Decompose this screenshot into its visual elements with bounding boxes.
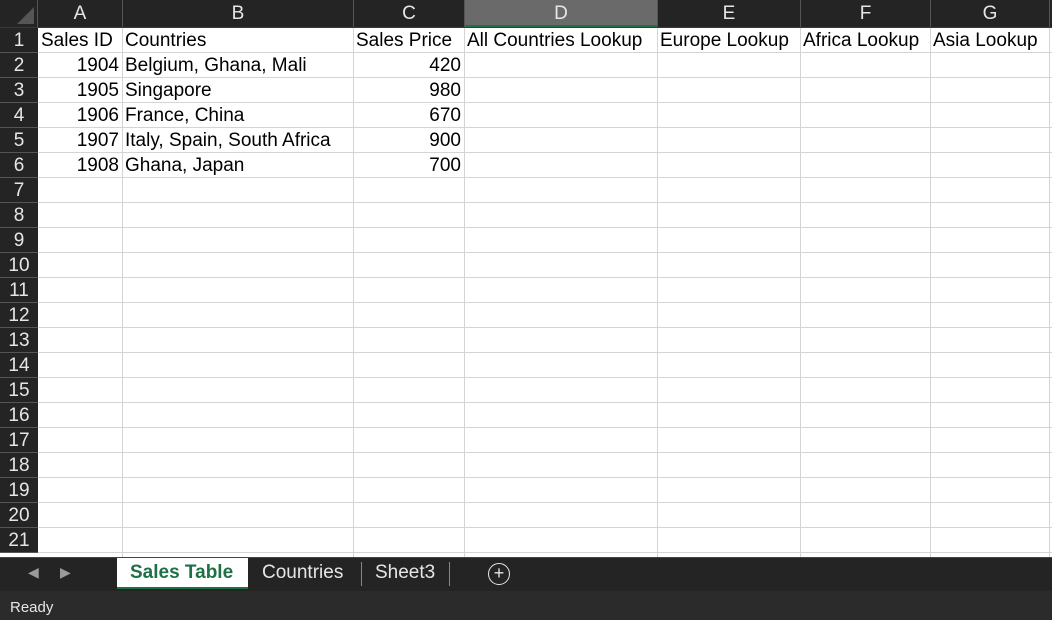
gridline <box>38 302 1052 303</box>
cell-a1[interactable]: Sales ID <box>38 28 122 53</box>
cell-sales-price[interactable]: 900 <box>353 128 464 153</box>
column-header-a[interactable]: A <box>38 0 123 27</box>
cell-f1[interactable]: Africa Lookup <box>800 28 930 53</box>
cell-sales-price[interactable]: 980 <box>353 78 464 103</box>
row-header[interactable]: 4 <box>0 103 38 128</box>
sheet-tab-sheet3[interactable]: Sheet3 <box>362 558 448 589</box>
spreadsheet-grid[interactable]: A B C D E F G 1 2 3 4 5 6 7 8 9 10 11 12… <box>0 0 1052 557</box>
row-header[interactable]: 19 <box>0 478 38 503</box>
row-header[interactable]: 12 <box>0 303 38 328</box>
cell-g1[interactable]: Asia Lookup <box>930 28 1049 53</box>
gridline <box>38 427 1052 428</box>
cell-countries[interactable]: Singapore <box>122 78 353 103</box>
select-all-button[interactable] <box>0 0 38 27</box>
cell-countries[interactable]: France, China <box>122 103 353 128</box>
column-headers: A B C D E F G <box>0 0 1052 28</box>
column-header-f[interactable]: F <box>801 0 931 27</box>
row-header[interactable]: 21 <box>0 528 38 553</box>
row-header[interactable]: 17 <box>0 428 38 453</box>
gridline <box>38 202 1052 203</box>
cell-sales-price[interactable]: 670 <box>353 103 464 128</box>
gridline <box>38 402 1052 403</box>
gridline <box>38 377 1052 378</box>
row-header[interactable]: 5 <box>0 128 38 153</box>
row-header[interactable]: 10 <box>0 253 38 278</box>
row-header[interactable]: 15 <box>0 378 38 403</box>
column-header-b[interactable]: B <box>123 0 354 27</box>
gridline <box>38 552 1052 553</box>
row-header[interactable]: 18 <box>0 453 38 478</box>
cell-b1[interactable]: Countries <box>122 28 353 53</box>
sheet-tab-countries[interactable]: Countries <box>249 558 356 589</box>
cell-area[interactable]: Sales ID Countries Sales Price All Count… <box>38 28 1052 557</box>
gridline <box>38 352 1052 353</box>
row-header[interactable]: 1 <box>0 28 38 53</box>
cell-d1[interactable]: All Countries Lookup <box>464 28 657 53</box>
cell-sales-price[interactable]: 420 <box>353 53 464 78</box>
cell-c1[interactable]: Sales Price <box>353 28 464 53</box>
add-sheet-icon[interactable]: + <box>488 563 510 585</box>
cell-countries[interactable]: Ghana, Japan <box>122 153 353 178</box>
gridline <box>38 227 1052 228</box>
gridline <box>38 327 1052 328</box>
column-header-g[interactable]: G <box>931 0 1050 27</box>
scroll-tabs-right-icon[interactable]: ▶ <box>60 564 71 581</box>
row-header[interactable]: 16 <box>0 403 38 428</box>
row-header[interactable]: 3 <box>0 78 38 103</box>
cell-sales-id[interactable]: 1904 <box>38 53 122 78</box>
column-header-c[interactable]: C <box>354 0 465 27</box>
cell-sales-price[interactable]: 700 <box>353 153 464 178</box>
tab-divider <box>449 562 450 586</box>
sheet-tab-sales-table[interactable]: Sales Table <box>117 558 248 589</box>
row-header[interactable]: 6 <box>0 153 38 178</box>
row-header[interactable]: 9 <box>0 228 38 253</box>
row-header[interactable]: 20 <box>0 503 38 528</box>
status-bar: Ready <box>0 591 1052 620</box>
row-header[interactable]: 8 <box>0 203 38 228</box>
cell-sales-id[interactable]: 1907 <box>38 128 122 153</box>
gridline <box>38 452 1052 453</box>
row-header[interactable]: 2 <box>0 53 38 78</box>
row-header[interactable]: 13 <box>0 328 38 353</box>
status-text: Ready <box>10 599 54 616</box>
cell-countries[interactable]: Belgium, Ghana, Mali <box>122 53 353 78</box>
gridline <box>38 477 1052 478</box>
gridline <box>38 502 1052 503</box>
cell-e1[interactable]: Europe Lookup <box>657 28 800 53</box>
gridline <box>38 277 1052 278</box>
column-header-d[interactable]: D <box>465 0 658 27</box>
row-header[interactable]: 14 <box>0 353 38 378</box>
select-all-icon <box>17 7 34 24</box>
cell-sales-id[interactable]: 1906 <box>38 103 122 128</box>
row-header[interactable]: 7 <box>0 178 38 203</box>
gridline <box>38 527 1052 528</box>
column-header-e[interactable]: E <box>658 0 801 27</box>
cell-sales-id[interactable]: 1905 <box>38 78 122 103</box>
cell-sales-id[interactable]: 1908 <box>38 153 122 178</box>
row-header[interactable]: 11 <box>0 278 38 303</box>
sheet-tab-bar: ◀ ▶ Sales Table Countries Sheet3 + <box>0 557 1052 591</box>
scroll-tabs-left-icon[interactable]: ◀ <box>28 564 39 581</box>
gridline <box>38 252 1052 253</box>
cell-countries[interactable]: Italy, Spain, South Africa <box>122 128 353 153</box>
